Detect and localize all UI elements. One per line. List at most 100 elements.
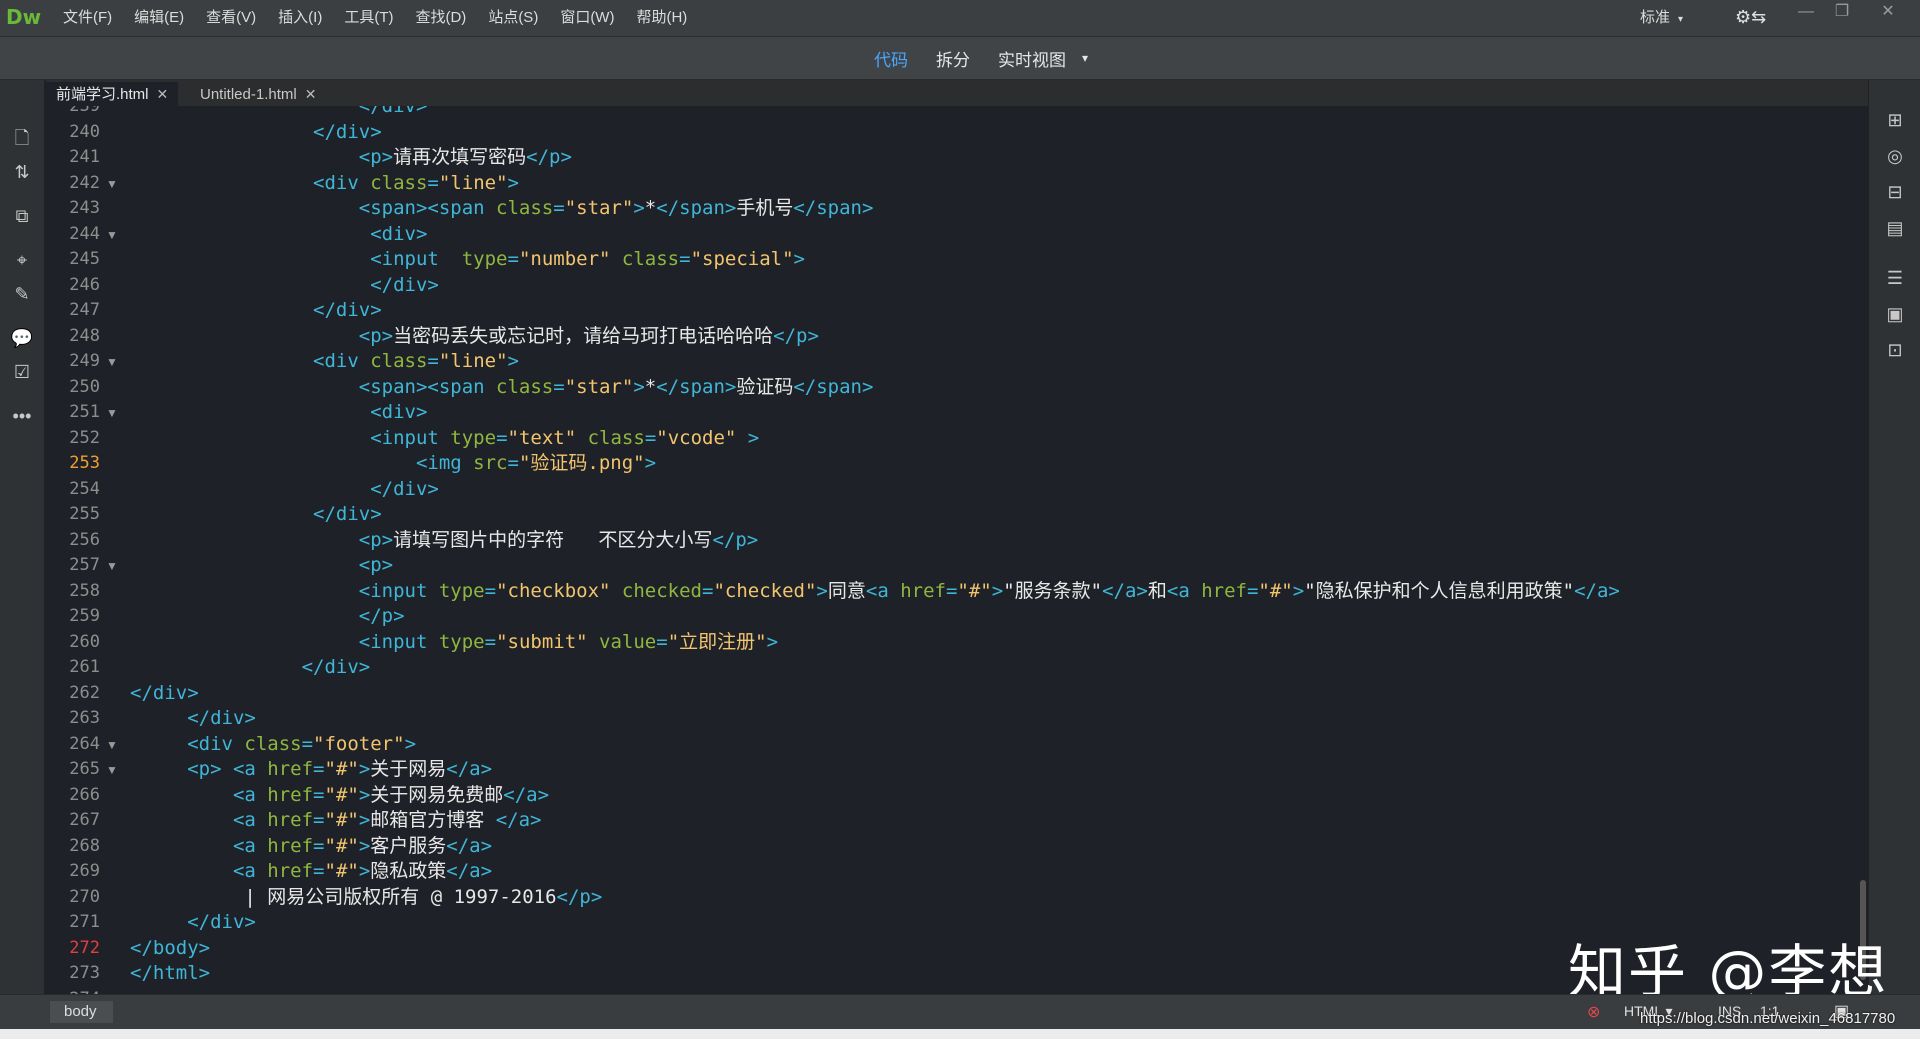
code-line[interactable]: </div>: [130, 298, 382, 323]
code-line[interactable]: <input type="submit" value="立即注册">: [130, 630, 778, 655]
code-line[interactable]: <p>当密码丢失或忘记时，请给马珂打电话哈哈哈</p>: [130, 324, 819, 349]
restore-button[interactable]: ❐: [1822, 0, 1862, 26]
dom-tree-icon[interactable]: ⊞: [1883, 108, 1907, 132]
code-line[interactable]: <div>: [130, 222, 427, 247]
code-line[interactable]: </div>: [130, 706, 256, 731]
creative-cloud-icon[interactable]: ◎: [1883, 144, 1907, 168]
menu-edit[interactable]: 编辑(E): [123, 0, 195, 36]
doc-tab-label: Untitled-1.html: [200, 86, 297, 103]
wrap-tag-icon[interactable]: ⌖: [10, 248, 34, 272]
file-icon[interactable]: 🗋: [10, 126, 34, 150]
code-line[interactable]: <div>: [130, 400, 427, 425]
menu-help[interactable]: 帮助(H): [625, 0, 698, 36]
code-token: =: [702, 579, 714, 602]
fold-toggle-icon[interactable]: ▼: [106, 228, 118, 242]
fold-toggle-icon[interactable]: ▼: [106, 559, 118, 573]
minimize-button[interactable]: —: [1786, 0, 1826, 26]
code-line[interactable]: </p>: [130, 604, 405, 629]
properties-icon[interactable]: ▤: [1883, 216, 1907, 240]
code-token: "#": [324, 860, 359, 882]
code-line[interactable]: <a href="#">关于网易免费邮</a>: [130, 783, 549, 808]
code-line[interactable]: <input type="checkbox" checked="checked"…: [130, 579, 1620, 604]
view-live-tab[interactable]: 实时视图: [998, 46, 1066, 71]
menu-find[interactable]: 查找(D): [404, 0, 477, 36]
insert-panel-icon[interactable]: ⊟: [1883, 180, 1907, 204]
code-line[interactable]: <a href="#">隐私政策</a>: [130, 859, 492, 884]
code-token: "submit": [496, 630, 588, 653]
code-token: </p>: [526, 146, 572, 168]
close-icon[interactable]: ✕: [157, 86, 169, 102]
close-icon[interactable]: ✕: [305, 86, 317, 102]
code-line[interactable]: </div>: [130, 477, 439, 502]
code-line[interactable]: </div>: [130, 681, 199, 706]
fold-toggle-icon[interactable]: ▼: [106, 406, 118, 420]
transfer-icon[interactable]: ⇅: [10, 160, 34, 184]
menu-tools[interactable]: 工具(T): [333, 0, 404, 36]
code-view-icon[interactable]: ⧉: [10, 204, 34, 228]
code-token: >: [633, 197, 645, 219]
menu-view[interactable]: 查看(V): [195, 0, 267, 36]
menu-window[interactable]: 窗口(W): [549, 0, 625, 36]
code-line[interactable]: | 网易公司版权所有 @ 1997-2016</p>: [130, 885, 602, 910]
code-line[interactable]: <span><span class="star">*</span>验证码</sp…: [130, 375, 874, 400]
menu-site[interactable]: 站点(S): [477, 0, 549, 36]
code-token: 请再次填写密码: [393, 146, 527, 168]
more-icon[interactable]: •••: [10, 404, 34, 428]
error-icon[interactable]: ⊗: [1587, 1002, 1600, 1022]
format-brush-icon[interactable]: ✎: [10, 282, 34, 306]
fold-toggle-icon[interactable]: ▼: [106, 177, 118, 191]
code-line[interactable]: </div>: [130, 120, 382, 145]
tag-breadcrumb[interactable]: body: [50, 1001, 113, 1023]
code-token: =: [553, 375, 565, 398]
fold-toggle-icon[interactable]: ▼: [106, 738, 118, 752]
code-token: checked: [621, 579, 702, 602]
code-token: </p>: [130, 605, 405, 627]
code-line[interactable]: <a href="#">邮箱官方博客 </a>: [130, 808, 542, 833]
doc-tab-frontend[interactable]: 前端学习.html ✕: [46, 82, 179, 106]
fold-toggle-icon[interactable]: ▼: [106, 763, 118, 777]
code-line[interactable]: </div>: [130, 273, 439, 298]
close-button[interactable]: ✕: [1868, 0, 1908, 26]
code-inspect-icon[interactable]: ⊡: [1883, 338, 1907, 362]
doc-tab-untitled[interactable]: Untitled-1.html ✕: [190, 82, 326, 106]
code-line[interactable]: </div>: [130, 910, 256, 935]
code-token: =: [679, 248, 691, 270]
menu-insert[interactable]: 插入(I): [267, 0, 333, 36]
comment-icon[interactable]: 💬: [10, 326, 34, 350]
code-line[interactable]: </html>: [130, 961, 210, 986]
code-line[interactable]: </div>: [130, 106, 428, 119]
fold-toggle-icon[interactable]: ▼: [106, 355, 118, 369]
code-line[interactable]: <a href="#">客户服务</a>: [130, 834, 492, 859]
menu-file[interactable]: 文件(F): [52, 0, 123, 36]
settings-sync-icon[interactable]: ⚙⇆: [1735, 7, 1766, 28]
code-token: </div>: [130, 911, 256, 933]
code-token: "#": [957, 579, 992, 602]
code-token: </span>: [656, 197, 737, 219]
code-line[interactable]: <span><span class="star">*</span>手机号</sp…: [130, 196, 874, 221]
snippet-icon[interactable]: ☑: [10, 360, 34, 384]
code-line[interactable]: <input type="number" class="special">: [130, 247, 805, 272]
code-line[interactable]: <p> <a href="#">关于网易</a>: [130, 757, 492, 782]
view-dropdown-icon[interactable]: ▾: [1082, 51, 1088, 65]
workspace-switcher[interactable]: 标准 ▾: [1640, 6, 1683, 27]
code-line[interactable]: <p>请再次填写密码</p>: [130, 145, 572, 170]
view-split-tab[interactable]: 拆分: [936, 46, 970, 71]
code-line[interactable]: <input type="text" class="vcode" >: [130, 426, 759, 451]
code-line[interactable]: </div>: [130, 655, 371, 680]
code-line[interactable]: <div class="line">: [130, 349, 519, 374]
code-line[interactable]: <img src="验证码.png">: [130, 451, 656, 476]
code-line[interactable]: <p>: [130, 553, 393, 578]
code-line[interactable]: </div>: [130, 502, 382, 527]
code-line[interactable]: <p>请填写图片中的字符 不区分大小写</p>: [130, 528, 758, 553]
files-tree-icon[interactable]: ☰: [1883, 266, 1907, 290]
line-number: 262: [69, 682, 100, 703]
code-line[interactable]: <div class="line">: [130, 171, 519, 196]
code-token: >: [793, 248, 805, 270]
assets-icon[interactable]: ▣: [1883, 302, 1907, 326]
code-line[interactable]: </body>: [130, 936, 210, 961]
view-code-tab[interactable]: 代码: [874, 46, 908, 71]
code-editor[interactable]: 239 240 241 242 ▼ 243 244 ▼ 245 246 247 248 249 ▼ 250 2…: [46, 106, 1868, 994]
code-line[interactable]: <div class="footer">: [130, 732, 416, 757]
